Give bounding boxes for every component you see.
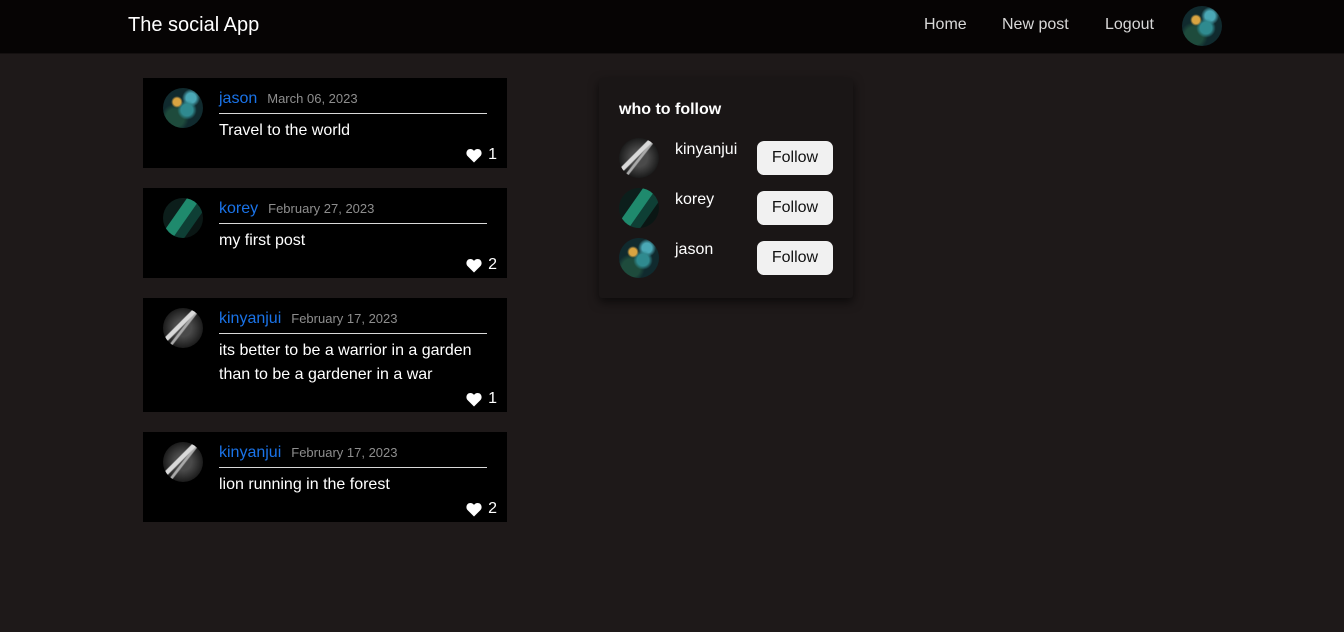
who-to-follow-panel: who to follow kinyanjui Follow korey Fol…: [599, 78, 853, 298]
suggested-user-name[interactable]: jason: [675, 241, 713, 259]
post-date: February 17, 2023: [291, 311, 398, 326]
navbar: The social App Home New post Logout: [0, 0, 1344, 54]
post-date: February 27, 2023: [268, 201, 375, 216]
post-content: my first post: [219, 232, 306, 249]
nav-link-logout[interactable]: Logout: [1105, 16, 1154, 34]
post-card: kinyanjui February 17, 2023 lion running …: [143, 432, 507, 522]
post-avatar[interactable]: [163, 308, 203, 348]
brand-title[interactable]: The social App: [128, 14, 259, 37]
post-header: kinyanjui February 17, 2023: [219, 310, 487, 334]
post-date: March 06, 2023: [267, 91, 358, 106]
nav-link-home[interactable]: Home: [924, 16, 967, 34]
suggested-user-avatar[interactable]: [619, 138, 659, 178]
post-username[interactable]: kinyanjui: [219, 444, 281, 461]
like-count: 1: [488, 146, 497, 163]
follow-button[interactable]: Follow: [757, 141, 833, 175]
like-button[interactable]: 1: [466, 146, 497, 164]
heart-icon: [466, 148, 482, 162]
post-card: jason March 06, 2023 Travel to the world …: [143, 78, 507, 168]
heart-icon: [466, 392, 482, 406]
post-date: February 17, 2023: [291, 445, 398, 460]
post-username[interactable]: kinyanjui: [219, 310, 281, 327]
heart-icon: [466, 258, 482, 272]
post-avatar[interactable]: [163, 442, 203, 482]
post-header: jason March 06, 2023: [219, 90, 487, 114]
post-username[interactable]: jason: [219, 90, 257, 107]
suggested-user-avatar[interactable]: [619, 238, 659, 278]
panel-title: who to follow: [619, 101, 722, 118]
post-content: its better to be a warrior in a garden t…: [219, 342, 472, 383]
like-button[interactable]: 2: [466, 500, 497, 518]
post-card: kinyanjui February 17, 2023 its better to…: [143, 298, 507, 412]
like-count: 2: [488, 500, 497, 517]
like-count: 2: [488, 256, 497, 273]
post-header: kinyanjui February 17, 2023: [219, 444, 487, 468]
follow-button[interactable]: Follow: [757, 241, 833, 275]
post-header: korey February 27, 2023: [219, 200, 487, 224]
follow-button[interactable]: Follow: [757, 191, 833, 225]
suggested-user: korey Follow: [619, 188, 833, 228]
nav-link-new-post[interactable]: New post: [1002, 16, 1069, 34]
post-content: lion running in the forest: [219, 476, 390, 493]
suggested-user-name[interactable]: korey: [675, 191, 714, 209]
heart-icon: [466, 502, 482, 516]
user-avatar[interactable]: [1182, 6, 1222, 46]
like-button[interactable]: 2: [466, 256, 497, 274]
like-count: 1: [488, 390, 497, 407]
like-button[interactable]: 1: [466, 390, 497, 408]
suggested-user-name[interactable]: kinyanjui: [675, 141, 737, 159]
suggested-user-avatar[interactable]: [619, 188, 659, 228]
post-avatar[interactable]: [163, 88, 203, 128]
suggested-user: kinyanjui Follow: [619, 138, 833, 178]
post-card: korey February 27, 2023 my first post 2: [143, 188, 507, 278]
suggested-user: jason Follow: [619, 238, 833, 278]
post-content: Travel to the world: [219, 122, 351, 139]
post-username[interactable]: korey: [219, 200, 258, 217]
post-avatar[interactable]: [163, 198, 203, 238]
